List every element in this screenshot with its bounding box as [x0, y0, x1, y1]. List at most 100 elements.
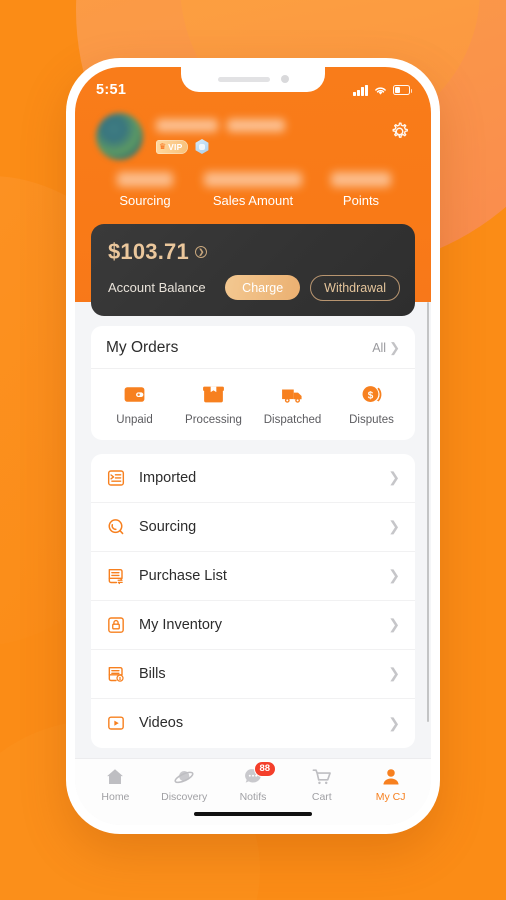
menu-item-my-inventory[interactable]: My Inventory ❯ [91, 601, 415, 650]
balance-amount-row[interactable]: $103.71 ❯ [108, 239, 400, 265]
vip-badge[interactable]: ♛ VIP [156, 139, 189, 154]
username-redacted [156, 119, 285, 132]
cart-icon [311, 766, 333, 788]
truck-icon [282, 389, 302, 403]
dollar-refund-icon: $ [362, 385, 382, 402]
menu-item-label: Imported [139, 469, 197, 486]
menu-item-label: My Inventory [139, 616, 222, 633]
order-shortcut-unpaid[interactable]: Unpaid [95, 382, 174, 426]
play-square-icon [108, 716, 124, 730]
order-shortcut-label: Dispatched [263, 413, 322, 426]
tab-discovery[interactable]: Discovery [150, 766, 219, 803]
tab-my-cj[interactable]: My CJ [356, 766, 425, 803]
order-shortcut-label: Disputes [349, 413, 394, 426]
avatar[interactable] [96, 113, 143, 160]
stat-sourcing[interactable]: Sourcing [91, 172, 199, 208]
speaker-grille-icon [217, 76, 270, 82]
phone-screen: 5:51 ♛ VIP Sourcing Sales Amount Points … [75, 67, 431, 825]
stat-value-redacted [331, 172, 391, 187]
menu-list: Imported ❯ Sourcing ❯ Purchase List ❯ My… [91, 453, 415, 748]
balance-buttons: Charge Withdrawal [225, 275, 400, 301]
balance-label: Account Balance [108, 280, 206, 296]
header-stats: Sourcing Sales Amount Points [75, 164, 431, 224]
home-icon [104, 766, 126, 788]
hexagon-badge-icon[interactable] [195, 139, 209, 154]
my-orders-card: My Orders All ❯ Unpaid Processing Dispat… [91, 325, 415, 440]
stat-points[interactable]: Points [307, 172, 415, 208]
order-shortcut-dispatched[interactable]: Dispatched [253, 382, 332, 426]
bill-dollar-icon: $ [108, 666, 124, 682]
svg-text:$: $ [368, 390, 374, 401]
home-indicator-bar[interactable] [194, 811, 312, 817]
phone-mockup-frame: 5:51 ♛ VIP Sourcing Sales Amount Points … [66, 58, 440, 834]
wifi-icon [375, 86, 386, 95]
tab-cart[interactable]: Cart [287, 766, 356, 803]
menu-item-label: Purchase List [139, 567, 227, 584]
planet-icon [173, 766, 195, 788]
menu-item-label: Bills [139, 665, 166, 682]
menu-item-sourcing[interactable]: Sourcing ❯ [91, 503, 415, 552]
chevron-right-icon: ❯ [389, 340, 400, 356]
chevron-right-icon: ❯ [388, 469, 400, 486]
home-indicator [75, 803, 431, 825]
profile-badges: ♛ VIP [156, 139, 285, 154]
my-orders-header: My Orders All ❯ [91, 326, 415, 369]
my-orders-all-link[interactable]: All ❯ [372, 341, 400, 355]
balance-actions-row: Account Balance Charge Withdrawal [108, 275, 400, 301]
tab-label: Notifs [239, 791, 267, 803]
profile-identity: ♛ VIP [156, 119, 285, 154]
menu-item-bills[interactable]: $ Bills ❯ [91, 650, 415, 699]
my-orders-shortcuts: Unpaid Processing Dispatched $ Disputes [91, 369, 415, 428]
username-blur-2 [227, 119, 285, 132]
import-list-icon [107, 469, 125, 486]
chevron-right-icon: ❯ [388, 665, 400, 682]
vertical-scrollbar[interactable] [427, 301, 429, 722]
stat-value-redacted [204, 172, 302, 187]
stat-label: Sales Amount [212, 193, 294, 208]
tab-notifs[interactable]: 88 Notifs [219, 761, 288, 803]
chevron-right-icon: ❯ [388, 518, 400, 535]
gear-icon[interactable] [388, 120, 411, 143]
withdrawal-button[interactable]: Withdrawal [310, 275, 400, 301]
order-shortcut-label: Unpaid [116, 413, 153, 426]
tab-label: Discovery [161, 791, 208, 803]
front-camera-icon [280, 75, 289, 83]
balance-amount: $103.71 [108, 239, 189, 264]
wallet-icon [124, 386, 145, 402]
chevron-right-circle-icon[interactable]: ❯ [194, 246, 207, 258]
order-shortcut-disputes[interactable]: $ Disputes [332, 382, 411, 426]
tab-home[interactable]: Home [81, 766, 150, 803]
notification-badge: 88 [253, 761, 276, 777]
username-blur-1 [156, 119, 218, 132]
bottom-tab-bar: Home Discovery 88 Notifs Cart My CJ [75, 758, 431, 803]
battery-icon [393, 85, 413, 95]
order-shortcut-label: Processing [185, 413, 242, 426]
menu-item-label: Videos [139, 715, 184, 732]
my-orders-all-label: All [372, 340, 387, 355]
lock-box-icon [108, 616, 124, 633]
chat-bubble-icon: 88 [242, 761, 276, 788]
box-icon [203, 386, 224, 402]
menu-item-videos[interactable]: Videos ❯ [91, 699, 415, 748]
stat-value-redacted [117, 172, 173, 187]
order-shortcut-processing[interactable]: Processing [174, 382, 253, 426]
stat-sales-amount[interactable]: Sales Amount [199, 172, 307, 208]
purchase-list-icon [108, 568, 123, 584]
status-bar-icons [353, 84, 413, 96]
menu-item-imported[interactable]: Imported ❯ [91, 454, 415, 503]
search-circle-icon [108, 518, 124, 534]
vip-badge-label: VIP [168, 141, 183, 152]
account-balance-card: $103.71 ❯ Account Balance Charge Withdra… [91, 224, 415, 316]
signal-bars-icon [353, 84, 368, 96]
chevron-right-icon: ❯ [388, 616, 400, 633]
my-orders-title: My Orders [106, 338, 179, 356]
charge-button[interactable]: Charge [225, 275, 301, 301]
tab-label: My CJ [375, 791, 406, 803]
chevron-right-icon: ❯ [388, 567, 400, 584]
tab-label: Cart [311, 791, 332, 803]
menu-item-purchase-list[interactable]: Purchase List ❯ [91, 552, 415, 601]
tab-label: Home [101, 791, 130, 803]
main-content: My Orders All ❯ Unpaid Processing Dispat… [75, 301, 431, 758]
status-bar-clock: 5:51 [96, 82, 127, 98]
app-header: 5:51 ♛ VIP Sourcing Sales Amount Points … [75, 67, 431, 316]
